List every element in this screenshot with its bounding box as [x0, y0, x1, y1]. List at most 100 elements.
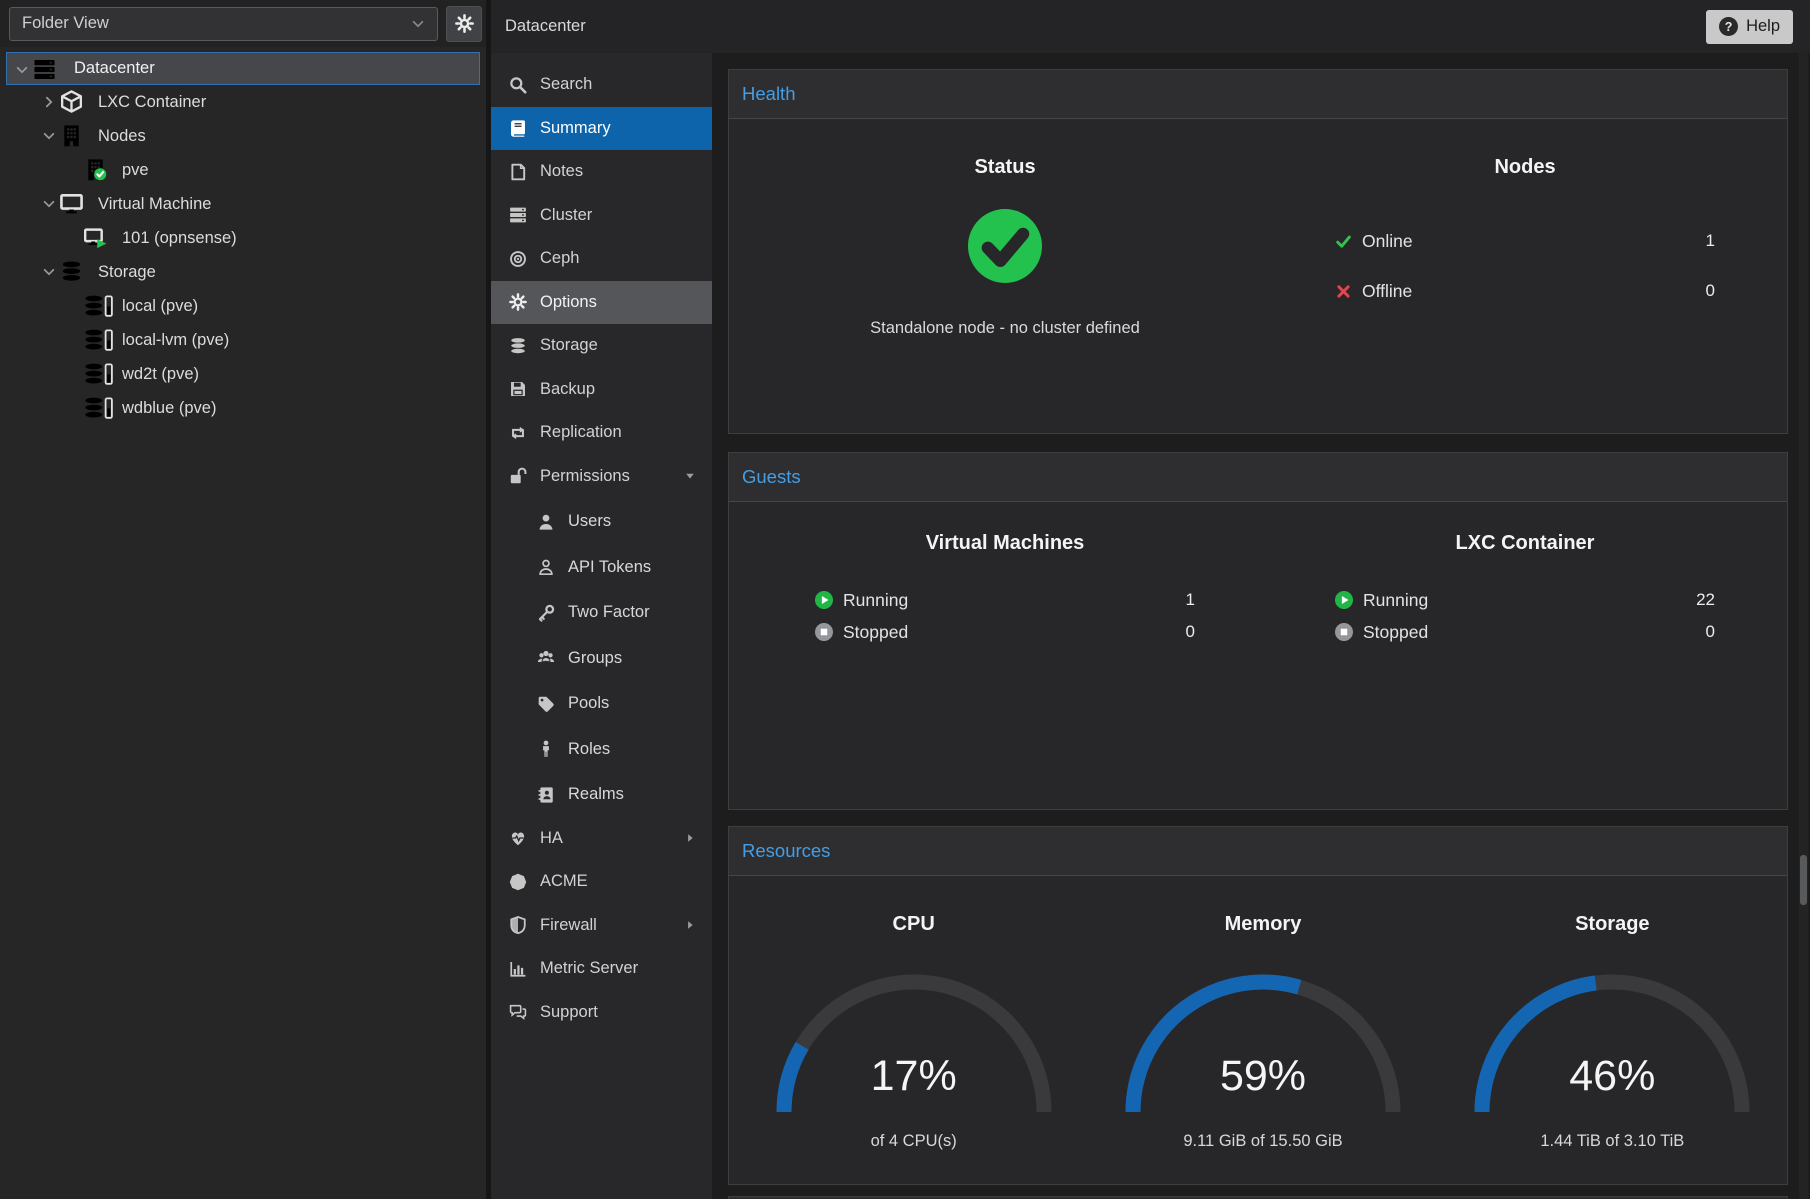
shield-icon: [509, 916, 527, 934]
row-label: Running: [843, 590, 908, 611]
menu-item-two-factor[interactable]: Two Factor: [491, 591, 712, 635]
vm-heading: Virtual Machines: [745, 531, 1265, 555]
menu-item-acme[interactable]: ACME: [491, 860, 712, 904]
database-usage-icon: [84, 362, 114, 386]
caret-down-icon: [684, 470, 696, 482]
nodes-heading: Nodes: [1265, 155, 1785, 179]
menu-item-api-tokens[interactable]: API Tokens: [491, 546, 712, 590]
tree-item-label: Datacenter: [7, 59, 155, 78]
chevron-right-icon[interactable]: [42, 95, 56, 109]
menu-item-label: Storage: [540, 336, 598, 355]
cpu-sub-label: of 4 CPU(s): [739, 1132, 1088, 1151]
storage-percent: 46%: [1452, 1052, 1772, 1101]
database-usage-icon: [84, 294, 114, 318]
tree-settings-button[interactable]: [446, 6, 482, 42]
tree-item-virtual-machine[interactable]: Virtual Machine: [0, 187, 486, 221]
chevron-down-icon[interactable]: [42, 129, 56, 143]
stop-circle-icon: [815, 623, 833, 641]
menu-item-replication[interactable]: Replication: [491, 411, 712, 455]
content-scrollbar[interactable]: [1799, 53, 1808, 1199]
heartbeat-icon: [509, 829, 527, 847]
storage-heading: Storage: [1438, 912, 1787, 936]
menu-item-options[interactable]: Options: [491, 281, 712, 325]
resource-tree-panel: Folder View Datacenter LXC Container Nod…: [0, 0, 486, 1199]
scrollbar-thumb[interactable]: [1800, 855, 1807, 905]
chevron-down-icon[interactable]: [42, 265, 56, 279]
help-button-label: Help: [1746, 17, 1780, 36]
tree-item-pve[interactable]: pve: [0, 153, 486, 187]
person-icon: [537, 740, 555, 758]
menu-item-label: API Tokens: [568, 558, 651, 577]
menu-item-realms[interactable]: Realms: [491, 773, 712, 817]
tree-item-lxc-container[interactable]: LXC Container: [0, 85, 486, 119]
menu-item-label: ACME: [540, 872, 588, 891]
guests-panel-title: Guests: [729, 453, 1787, 502]
menu-item-search[interactable]: Search: [491, 63, 712, 107]
chevron-down-icon[interactable]: [42, 197, 56, 211]
menu-item-ha[interactable]: HA: [491, 817, 712, 861]
offline-count: 0: [1706, 281, 1715, 301]
chart-bars-icon: [509, 960, 527, 978]
menu-item-label: Metric Server: [540, 959, 638, 978]
menu-item-label: Groups: [568, 649, 622, 668]
tree-item-nodes[interactable]: Nodes: [0, 119, 486, 153]
floppy-icon: [509, 380, 527, 398]
tree-item-storage-local[interactable]: local (pve): [0, 289, 486, 323]
database-icon: [60, 260, 83, 283]
server-stack-icon: [33, 58, 56, 81]
menu-item-pools[interactable]: Pools: [491, 682, 712, 726]
tree-item-storage-wdblue[interactable]: wdblue (pve): [0, 391, 486, 425]
page-title: Datacenter: [505, 17, 586, 36]
caret-right-icon: [684, 832, 696, 844]
row-label: Online: [1362, 231, 1413, 252]
menu-item-ceph[interactable]: Ceph: [491, 237, 712, 281]
ceph-icon: [509, 250, 527, 268]
user-icon: [537, 513, 555, 531]
gear-icon: [455, 14, 474, 33]
menu-item-notes[interactable]: Notes: [491, 150, 712, 194]
tree-item-storage-local-lvm[interactable]: local-lvm (pve): [0, 323, 486, 357]
health-panel-title: Health: [729, 70, 1787, 119]
users-icon: [537, 649, 555, 667]
tree-item-label: 101 (opnsense): [0, 229, 237, 248]
row-label: Stopped: [843, 622, 908, 643]
menu-item-cluster[interactable]: Cluster: [491, 194, 712, 238]
status-heading: Status: [745, 155, 1265, 179]
menu-item-metric-server[interactable]: Metric Server: [491, 947, 712, 991]
check-icon: [1335, 233, 1352, 250]
summary-content: Health Status Standalone node - no clust…: [712, 53, 1810, 1199]
tree-item-datacenter[interactable]: Datacenter: [6, 52, 480, 85]
menu-item-permissions[interactable]: Permissions: [491, 455, 712, 499]
menu-item-users[interactable]: Users: [491, 500, 712, 544]
menu-item-storage[interactable]: Storage: [491, 324, 712, 368]
tree-item-label: local-lvm (pve): [0, 331, 229, 350]
address-book-icon: [537, 786, 555, 804]
menu-item-backup[interactable]: Backup: [491, 368, 712, 412]
play-circle-icon: [1335, 591, 1353, 609]
status-ok-icon: [968, 209, 1042, 283]
question-circle-icon: [1719, 17, 1738, 36]
monitor-play-icon: [84, 226, 107, 249]
gear-icon: [509, 293, 527, 311]
tree-header: Folder View: [0, 0, 486, 47]
help-button[interactable]: Help: [1706, 10, 1793, 44]
tree-item-storage-wd2t[interactable]: wd2t (pve): [0, 357, 486, 391]
view-mode-select[interactable]: Folder View: [9, 7, 438, 41]
vm-stopped-row: Stopped 0: [815, 620, 1195, 644]
menu-item-groups[interactable]: Groups: [491, 637, 712, 681]
resources-panel: Resources CPU 17% of 4 CPU(s) Memory: [728, 826, 1788, 1185]
tree-item-vm-101[interactable]: 101 (opnsense): [0, 221, 486, 255]
menu-item-roles[interactable]: Roles: [491, 728, 712, 772]
tag-icon: [537, 695, 555, 713]
menu-item-label: Pools: [568, 694, 609, 713]
menu-item-label: Replication: [540, 423, 622, 442]
menu-item-support[interactable]: Support: [491, 991, 712, 1035]
menu-item-summary[interactable]: Summary: [491, 107, 712, 151]
key-icon: [537, 604, 555, 622]
menu-item-firewall[interactable]: Firewall: [491, 904, 712, 948]
chevron-down-icon[interactable]: [15, 63, 29, 77]
building-check-icon: [84, 158, 107, 181]
menu-item-label: Firewall: [540, 916, 597, 935]
memory-percent: 59%: [1103, 1052, 1423, 1101]
tree-item-storage[interactable]: Storage: [0, 255, 486, 289]
